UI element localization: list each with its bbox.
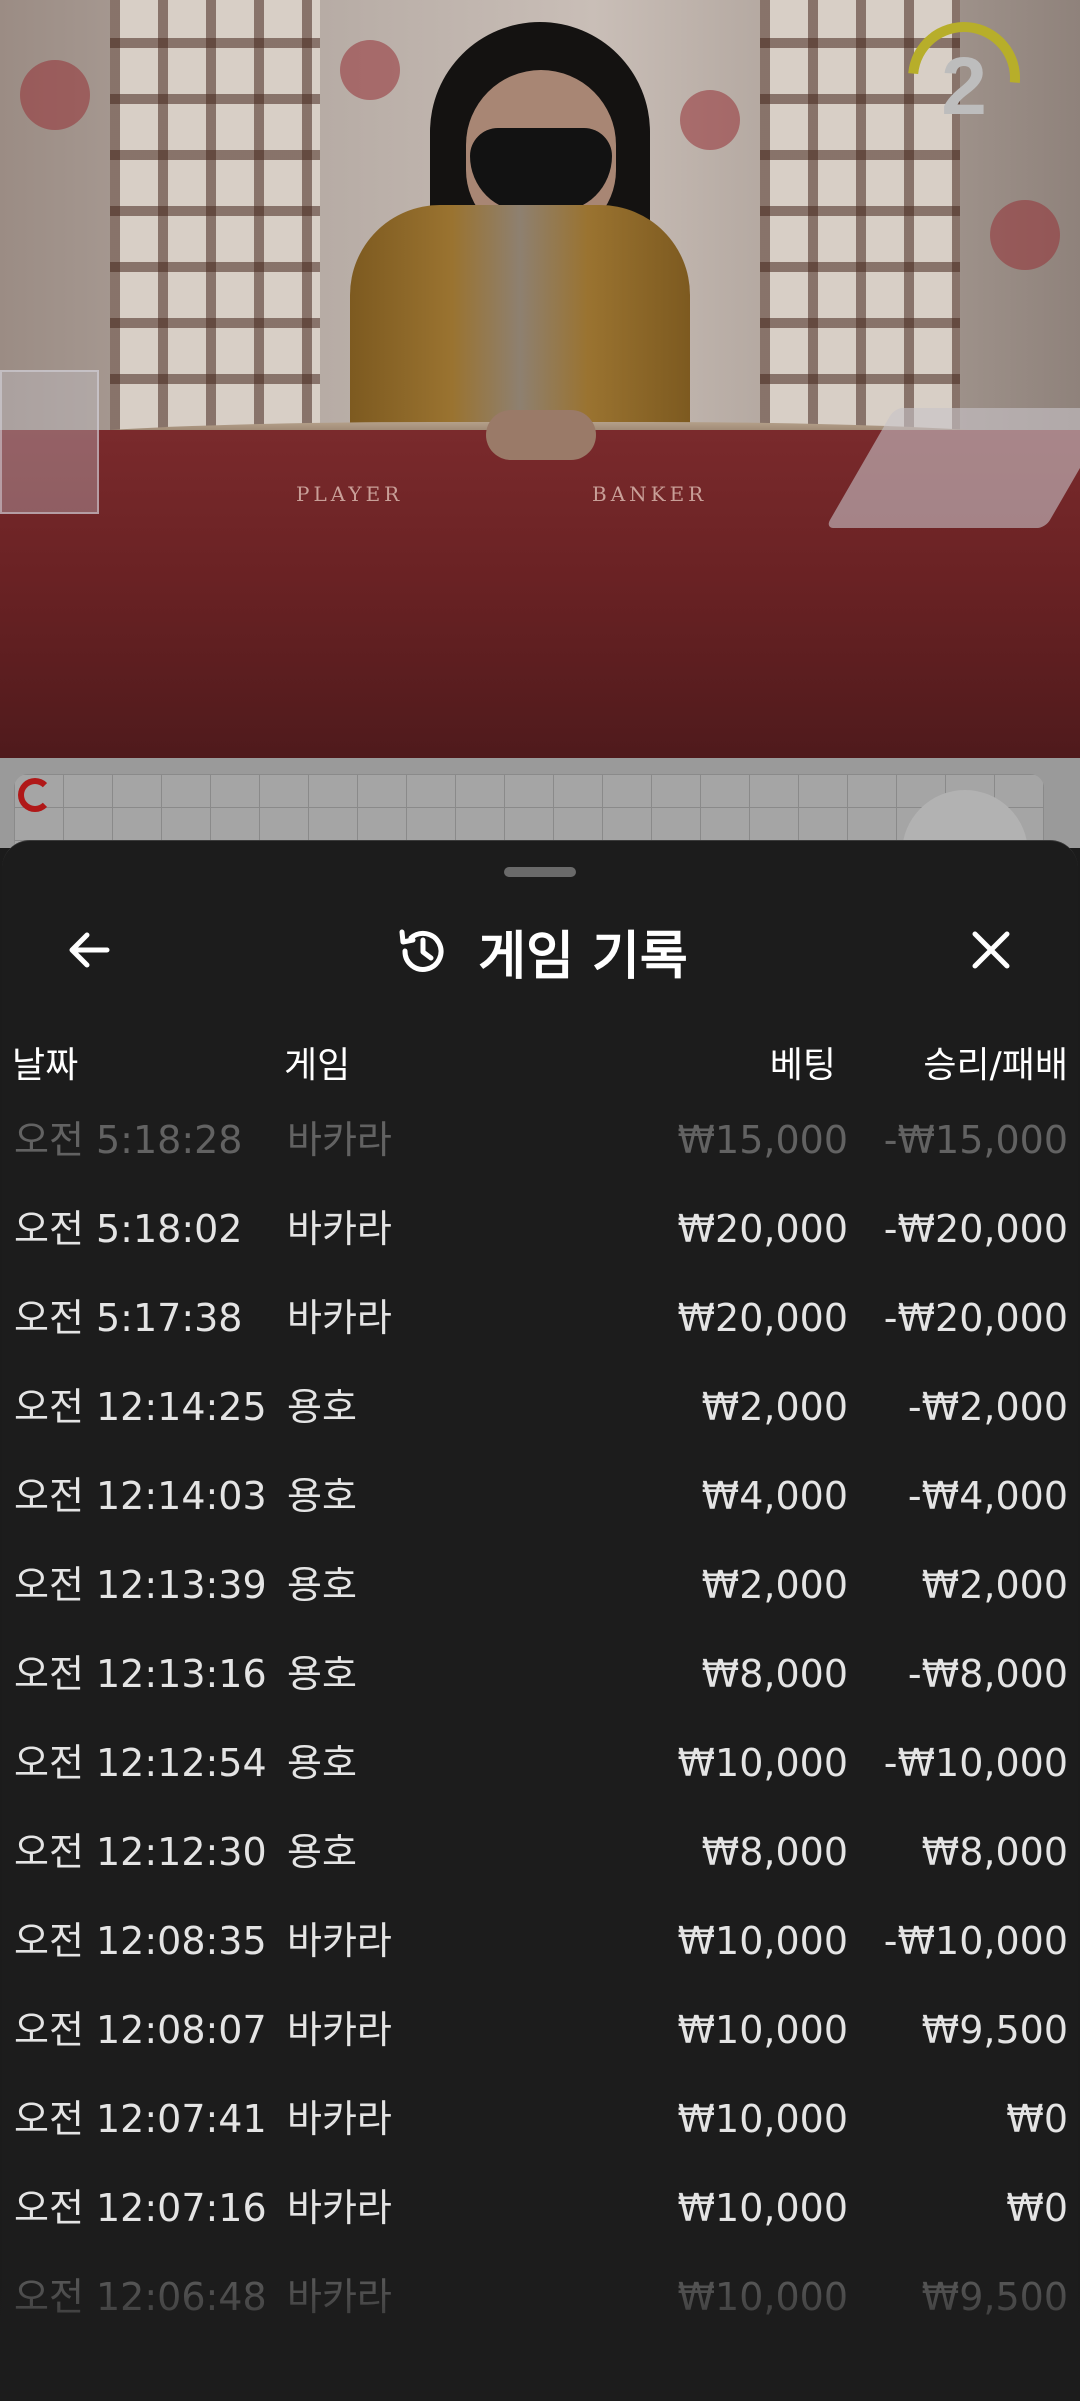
row-bet: ₩10,000 <box>677 2097 848 2141</box>
dealer-mask <box>470 128 612 212</box>
blossom-decoration <box>680 90 740 150</box>
history-row[interactable]: 오전 5:18:28 바카라 ₩15,000 -₩15,000 <box>0 1096 1080 1185</box>
row-game: 바카라 <box>287 1207 392 1251</box>
blossom-decoration <box>990 200 1060 270</box>
row-bet: ₩10,000 <box>677 2008 848 2052</box>
row-time: 오전 5:17:38 <box>14 1296 243 1340</box>
row-result: -₩8,000 <box>907 1652 1068 1696</box>
history-row[interactable]: 오전 12:06:48 바카라 ₩10,000 ₩9,500 <box>0 2253 1080 2342</box>
row-bet: ₩10,000 <box>677 2186 848 2230</box>
row-bet: ₩15,000 <box>677 1118 848 1162</box>
row-time: 오전 12:12:30 <box>14 1830 267 1874</box>
row-game: 바카라 <box>287 1919 392 1963</box>
row-result: ₩8,000 <box>921 1830 1068 1874</box>
row-result: -₩4,000 <box>907 1474 1068 1518</box>
row-time: 오전 12:08:07 <box>14 2008 267 2052</box>
row-time: 오전 5:18:02 <box>14 1207 243 1251</box>
card-discard-tray <box>0 370 99 514</box>
table-label-player: PLAYER <box>296 482 404 506</box>
row-bet: ₩10,000 <box>677 1741 848 1785</box>
row-result: -₩20,000 <box>883 1296 1068 1340</box>
column-header-bet: 베팅 <box>769 1045 836 1086</box>
row-time: 오전 12:13:16 <box>14 1652 267 1696</box>
row-game: 바카라 <box>287 2097 392 2141</box>
sheet-title: 게임 기록 <box>478 926 688 987</box>
row-time: 오전 12:13:39 <box>14 1563 267 1607</box>
history-row[interactable]: 오전 12:08:07 바카라 ₩10,000 ₩9,500 <box>0 1986 1080 2075</box>
blossom-decoration <box>340 40 400 100</box>
history-row[interactable]: 오전 12:07:41 바카라 ₩10,000 ₩0 <box>0 2075 1080 2164</box>
row-result: ₩0 <box>1006 2097 1068 2141</box>
row-result: ₩2,000 <box>921 1563 1068 1607</box>
row-game: 바카라 <box>287 2008 392 2052</box>
row-result: -₩10,000 <box>883 1741 1068 1785</box>
row-time: 오전 12:07:16 <box>14 2186 267 2230</box>
row-bet: ₩20,000 <box>677 1207 848 1251</box>
history-row[interactable]: 오전 12:12:30 용호 ₩8,000 ₩8,000 <box>0 1808 1080 1897</box>
history-list[interactable]: 오전 5:18:28 바카라 ₩15,000 -₩15,000 오전 5:18:… <box>0 1096 1080 2400</box>
history-row[interactable]: 오전 12:14:25 용호 ₩2,000 -₩2,000 <box>0 1363 1080 1452</box>
sheet-header: 게임 기록 <box>2 911 1078 991</box>
drag-handle[interactable] <box>504 867 576 877</box>
row-game: 용호 <box>287 1474 357 1518</box>
history-icon <box>399 929 444 972</box>
row-game: 바카라 <box>287 2186 392 2230</box>
history-row[interactable]: 오전 5:18:02 바카라 ₩20,000 -₩20,000 <box>0 1185 1080 1274</box>
row-bet: ₩20,000 <box>677 1296 848 1340</box>
history-row[interactable]: 오전 12:08:35 바카라 ₩10,000 -₩10,000 <box>0 1897 1080 1986</box>
roadmap-logo-icon <box>18 778 52 812</box>
row-time: 오전 12:06:48 <box>14 2275 267 2319</box>
row-result: ₩9,500 <box>921 2008 1068 2052</box>
live-video: PLAYER BANKER 2 <box>0 0 1080 758</box>
row-bet: ₩2,000 <box>701 1385 848 1429</box>
row-result: -₩2,000 <box>907 1385 1068 1429</box>
row-result: -₩20,000 <box>883 1207 1068 1251</box>
row-result: -₩10,000 <box>883 1919 1068 1963</box>
history-row[interactable]: 오전 12:14:03 용호 ₩4,000 -₩4,000 <box>0 1452 1080 1541</box>
column-header-date: 날짜 <box>12 1045 79 1086</box>
row-result: ₩9,500 <box>921 2275 1068 2319</box>
history-row[interactable]: 오전 12:13:16 용호 ₩8,000 -₩8,000 <box>0 1630 1080 1719</box>
row-game: 용호 <box>287 1741 357 1785</box>
row-time: 오전 5:18:28 <box>14 1118 243 1162</box>
dealer-body <box>350 205 690 445</box>
countdown-timer: 2 <box>941 41 987 132</box>
history-row[interactable]: 오전 5:17:38 바카라 ₩20,000 -₩20,000 <box>0 1274 1080 1363</box>
row-game: 용호 <box>287 1652 357 1696</box>
row-time: 오전 12:14:25 <box>14 1385 267 1429</box>
row-result: -₩15,000 <box>883 1118 1068 1162</box>
close-icon <box>972 931 1010 969</box>
dealer-hands <box>486 410 596 460</box>
lattice-panel-left <box>110 0 320 440</box>
row-game: 바카라 <box>287 1118 392 1162</box>
row-game: 용호 <box>287 1830 357 1874</box>
row-bet: ₩10,000 <box>677 2275 848 2319</box>
table-label-banker: BANKER <box>592 482 708 506</box>
column-header-result: 승리/패배 <box>923 1045 1068 1086</box>
row-time: 오전 12:08:35 <box>14 1919 267 1963</box>
history-row[interactable]: 오전 12:12:54 용호 ₩10,000 -₩10,000 <box>0 1719 1080 1808</box>
row-bet: ₩4,000 <box>701 1474 848 1518</box>
row-game: 바카라 <box>287 2275 392 2319</box>
blossom-decoration <box>20 60 90 130</box>
history-table-header: 날짜 게임 베팅 승리/패배 <box>0 1040 1080 1092</box>
row-game: 바카라 <box>287 1296 392 1340</box>
row-time: 오전 12:14:03 <box>14 1474 267 1518</box>
row-bet: ₩8,000 <box>701 1652 848 1696</box>
row-game: 용호 <box>287 1385 357 1429</box>
row-game: 용호 <box>287 1563 357 1607</box>
column-header-game: 게임 <box>284 1045 351 1086</box>
row-bet: ₩8,000 <box>701 1830 848 1874</box>
row-result: ₩0 <box>1006 2186 1068 2230</box>
history-row[interactable]: 오전 12:13:39 용호 ₩2,000 ₩2,000 <box>0 1541 1080 1630</box>
close-button[interactable] <box>950 909 1032 991</box>
row-time: 오전 12:07:41 <box>14 2097 267 2141</box>
history-row[interactable]: 오전 12:07:16 바카라 ₩10,000 ₩0 <box>0 2164 1080 2253</box>
row-bet: ₩10,000 <box>677 1919 848 1963</box>
row-bet: ₩2,000 <box>701 1563 848 1607</box>
row-time: 오전 12:12:54 <box>14 1741 267 1785</box>
